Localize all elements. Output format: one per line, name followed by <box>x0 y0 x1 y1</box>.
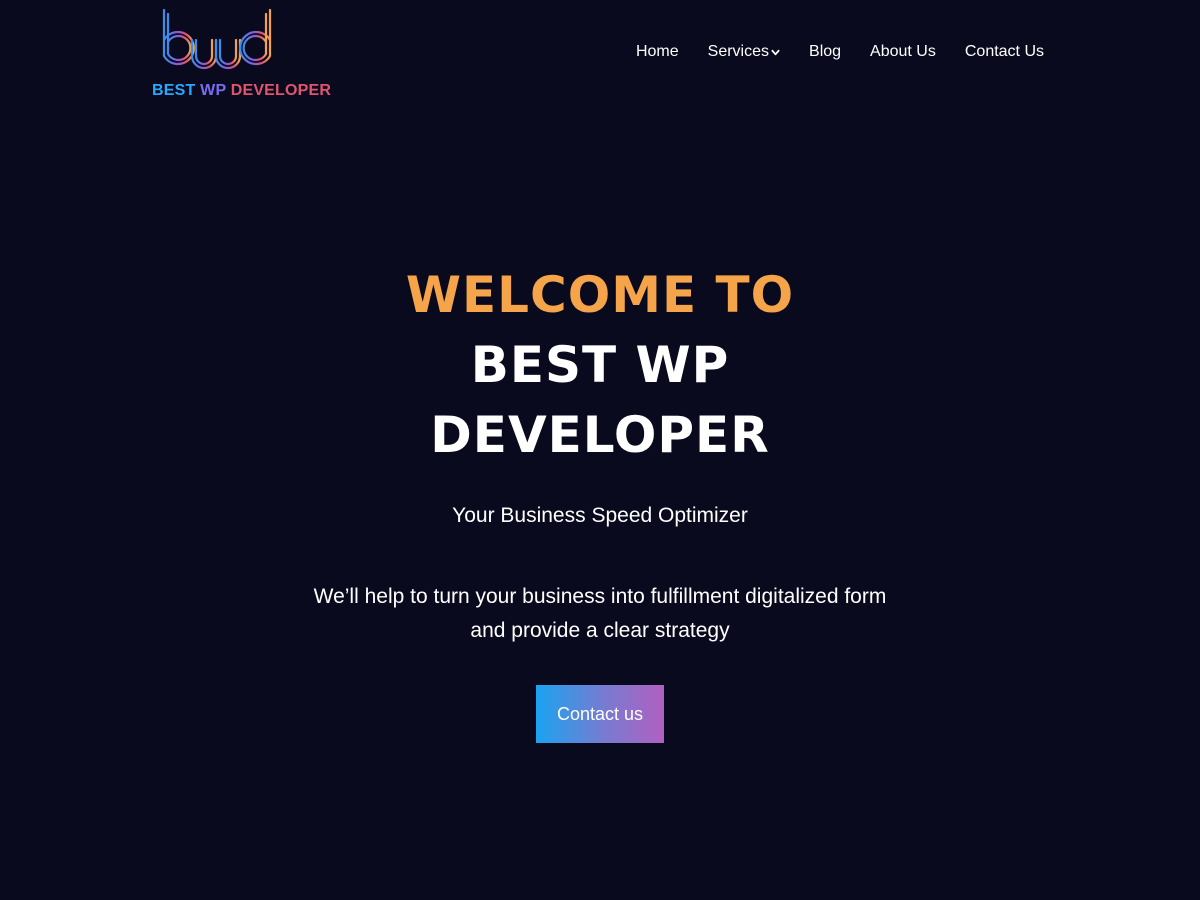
nav-item-blog[interactable]: Blog <box>809 43 841 61</box>
nav-item-label: About Us <box>870 43 936 60</box>
cta-container: Contact us <box>0 685 1200 743</box>
contact-us-button[interactable]: Contact us <box>536 685 664 743</box>
logo-wordmark: BEST WP DEVELOPER <box>152 81 331 101</box>
logo-word-developer: DEVELOPER <box>230 82 332 99</box>
nav-item-home[interactable]: Home <box>636 43 679 61</box>
page: BEST WP DEVELOPER Home Services Blog Abo… <box>0 0 1200 900</box>
logo-word-best: BEST <box>152 82 196 99</box>
nav-item-label: Contact Us <box>964 43 1044 60</box>
hero-section: WELCOME TO BEST WP DEVELOPER Your Busine… <box>0 260 1200 743</box>
nav-item-contact-us[interactable]: Contact Us <box>965 43 1044 61</box>
main-nav: Home Services Blog About Us Contact Us <box>636 40 1044 64</box>
nav-item-label: Home <box>635 43 679 60</box>
nav-item-label: Services <box>707 43 770 60</box>
site-header: BEST WP DEVELOPER Home Services Blog Abo… <box>0 0 1200 110</box>
logo-word-wp: WP <box>200 82 227 99</box>
nav-item-label: Blog <box>809 43 842 60</box>
hero-title-main: BEST WP DEVELOPER <box>430 336 770 464</box>
nav-item-services[interactable]: Services <box>708 43 780 61</box>
hero-subtitle: Your Business Speed Optimizer <box>452 504 748 527</box>
hero-description: We’ll help to turn your business into fu… <box>313 585 887 642</box>
chevron-down-icon <box>771 49 780 55</box>
bwd-logo-mark <box>162 8 272 70</box>
nav-item-about-us[interactable]: About Us <box>870 43 936 61</box>
hero-title: WELCOME TO BEST WP DEVELOPER <box>340 260 860 470</box>
hero-title-accent: WELCOME TO <box>405 266 795 324</box>
site-logo[interactable]: BEST WP DEVELOPER <box>152 6 331 102</box>
